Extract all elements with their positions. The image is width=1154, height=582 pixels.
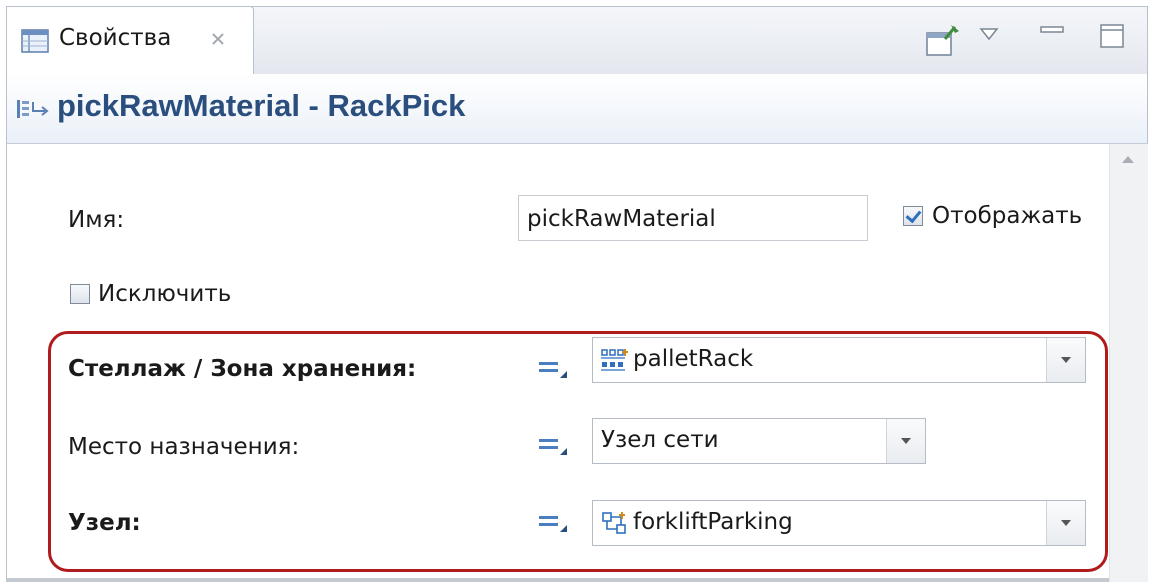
view-tab-bar: Свойства	[6, 6, 1148, 76]
network-node-icon	[602, 512, 626, 534]
chevron-down-icon[interactable]	[1046, 501, 1085, 545]
exclude-label: Исключить	[98, 281, 232, 307]
properties-view-icon	[21, 29, 49, 53]
node-combobox[interactable]: forkliftParking	[592, 500, 1086, 546]
block-icon	[17, 100, 49, 118]
destination-combobox[interactable]: Узел сети	[592, 418, 926, 464]
properties-view: Свойства pickRawMaterial - RackPick Имя:…	[0, 0, 1154, 582]
tab-properties[interactable]: Свойства	[6, 6, 254, 76]
static-value-toggle-icon[interactable]	[538, 356, 568, 380]
minimize-icon[interactable]	[1037, 21, 1067, 51]
show-label: Отображать	[932, 203, 1083, 229]
destination-label: Место назначения:	[68, 434, 300, 460]
node-value: forkliftParking	[633, 509, 793, 535]
rack-label: Стеллаж / Зона хранения:	[68, 356, 417, 382]
properties-header: pickRawMaterial - RackPick	[6, 74, 1148, 144]
vertical-scrollbar[interactable]	[1109, 144, 1148, 582]
close-icon[interactable]	[210, 25, 226, 53]
chevron-down-icon[interactable]	[1046, 338, 1085, 382]
scroll-up-arrow-icon[interactable]	[1122, 156, 1134, 163]
page-title: pickRawMaterial - RackPick	[57, 88, 466, 123]
node-label: Узел:	[68, 510, 141, 536]
bottom-divider	[6, 578, 1109, 582]
rack-value: palletRack	[633, 346, 754, 372]
static-value-toggle-icon[interactable]	[538, 510, 568, 534]
tab-properties-label: Свойства	[59, 25, 172, 51]
show-checkbox[interactable]	[903, 206, 923, 226]
name-label: Имя:	[68, 207, 125, 233]
destination-value: Узел сети	[601, 427, 719, 453]
name-field[interactable]: pickRawMaterial	[518, 195, 868, 241]
pallet-rack-icon	[601, 349, 628, 371]
exclude-checkbox[interactable]	[70, 284, 90, 304]
static-value-toggle-icon[interactable]	[538, 433, 568, 457]
view-menu-icon[interactable]	[975, 21, 1003, 49]
pin-view-icon[interactable]	[923, 21, 963, 61]
maximize-icon[interactable]	[1097, 21, 1127, 51]
rack-combobox[interactable]: palletRack	[592, 337, 1086, 383]
chevron-down-icon[interactable]	[886, 419, 925, 463]
